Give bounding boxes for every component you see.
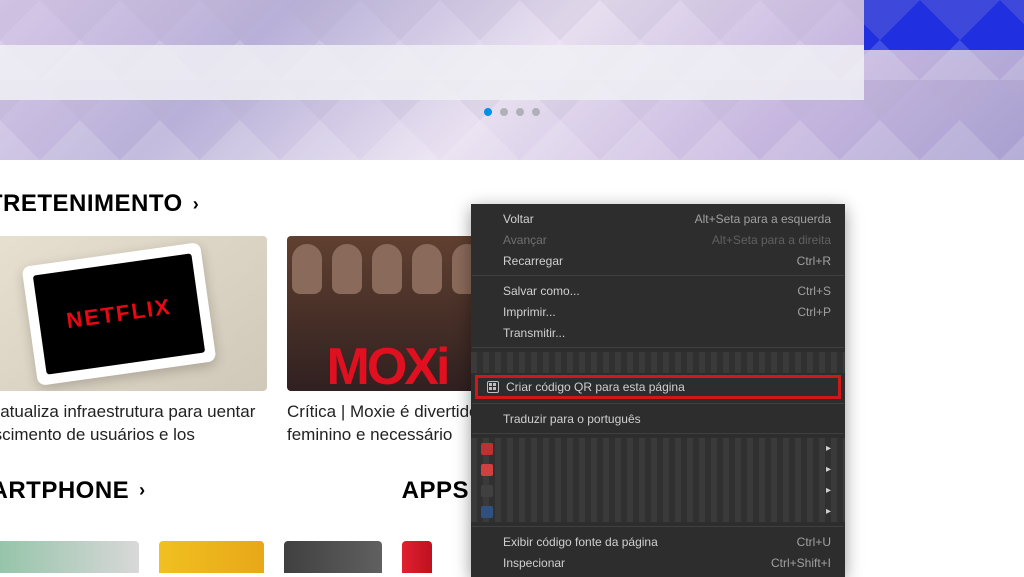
menu-reload[interactable]: Recarregar Ctrl+R [471,250,845,271]
menu-qr-label: Criar código QR para esta página [506,380,685,394]
context-menu: Voltar Alt+Seta para a esquerda Avançar … [471,204,845,577]
thumb-1[interactable] [0,541,139,573]
menu-back-label: Voltar [503,212,534,226]
menu-cast[interactable]: Transmitir... [471,322,845,343]
menu-inspect[interactable]: Inspecionar Ctrl+Shift+I [471,552,845,573]
menu-blurred-ext-4[interactable]: ▸ [471,501,845,522]
menu-save-as[interactable]: Salvar como... Ctrl+S [471,280,845,301]
carousel-dot-4[interactable] [532,108,540,116]
menu-separator [472,433,844,434]
menu-cast-label: Transmitir... [503,326,565,340]
menu-forward: Avançar Alt+Seta para a direita [471,229,845,250]
carousel-dot-2[interactable] [500,108,508,116]
submenu-arrow-icon: ▸ [826,485,831,496]
menu-qr-code[interactable]: Criar código QR para esta página [475,375,841,399]
submenu-arrow-icon: ▸ [826,443,831,454]
menu-reload-shortcut: Ctrl+R [797,254,831,268]
extension-icon [481,443,493,455]
card-moxie[interactable]: MOXi Crítica | Moxie é divertido, femini… [287,236,487,447]
thumb-3[interactable] [284,541,382,573]
menu-source-shortcut: Ctrl+U [797,535,831,549]
menu-source-label: Exibir código fonte da página [503,535,658,549]
netflix-logo: NETFLIX [64,293,172,333]
menu-separator [472,526,844,527]
menu-print[interactable]: Imprimir... Ctrl+P [471,301,845,322]
section-smartphone: MARTPHONE › [0,477,146,523]
extension-icon [481,506,493,518]
thumb-2[interactable] [159,541,264,573]
section-apps-title: APPS [402,477,469,505]
menu-back[interactable]: Voltar Alt+Seta para a esquerda [471,208,845,229]
extension-icon [481,464,493,476]
extension-icon [481,485,493,497]
moxie-logo-text: MOXi [327,347,448,389]
tablet-screen: NETFLIX [32,253,204,374]
menu-separator [472,347,844,348]
netflix-card-title: tflix atualiza infraestrutura para uenta… [0,401,267,447]
section-entertainment-title: NTRETENIMENTO [0,190,183,218]
moxie-people [287,244,487,324]
menu-save-label: Salvar como... [503,284,580,298]
moxie-thumbnail: MOXi [287,236,487,391]
menu-translate-label: Traduzir para o português [503,412,641,426]
qr-code-icon [486,380,500,394]
netflix-thumbnail: NETFLIX [0,236,267,391]
tablet-graphic: NETFLIX [21,242,216,386]
menu-inspect-label: Inspecionar [503,556,565,570]
menu-reload-label: Recarregar [503,254,563,268]
menu-blurred-ext-1[interactable]: ▸ [471,438,845,459]
card-netflix[interactable]: NETFLIX tflix atualiza infraestrutura pa… [0,236,267,447]
carousel-dot-3[interactable] [516,108,524,116]
menu-forward-label: Avançar [503,233,547,247]
submenu-arrow-icon: ▸ [826,464,831,475]
thumb-4[interactable] [402,541,432,573]
carousel-dots [484,108,540,116]
menu-translate[interactable]: Traduzir para o português [471,408,845,429]
menu-separator [472,403,844,404]
section-smartphone-title: MARTPHONE [0,477,129,505]
menu-blurred-ext-3[interactable]: ▸ [471,480,845,501]
moxie-card-title: Crítica | Moxie é divertido, feminino e … [287,401,487,447]
submenu-arrow-icon: ▸ [826,506,831,517]
menu-save-shortcut: Ctrl+S [797,284,831,298]
hero-banner [0,0,1024,160]
banner-strip [0,45,864,100]
menu-inspect-shortcut: Ctrl+Shift+I [771,556,831,570]
menu-separator [472,275,844,276]
menu-blurred-1[interactable] [471,352,845,373]
chevron-right-icon: › [193,194,200,215]
menu-back-shortcut: Alt+Seta para a esquerda [695,212,831,226]
carousel-dot-1[interactable] [484,108,492,116]
menu-print-shortcut: Ctrl+P [797,305,831,319]
menu-print-label: Imprimir... [503,305,556,319]
menu-blurred-ext-2[interactable]: ▸ [471,459,845,480]
menu-view-source[interactable]: Exibir código fonte da página Ctrl+U [471,531,845,552]
chevron-right-icon: › [139,480,146,501]
section-smartphone-header[interactable]: MARTPHONE › [0,477,146,505]
menu-forward-shortcut: Alt+Seta para a direita [712,233,831,247]
